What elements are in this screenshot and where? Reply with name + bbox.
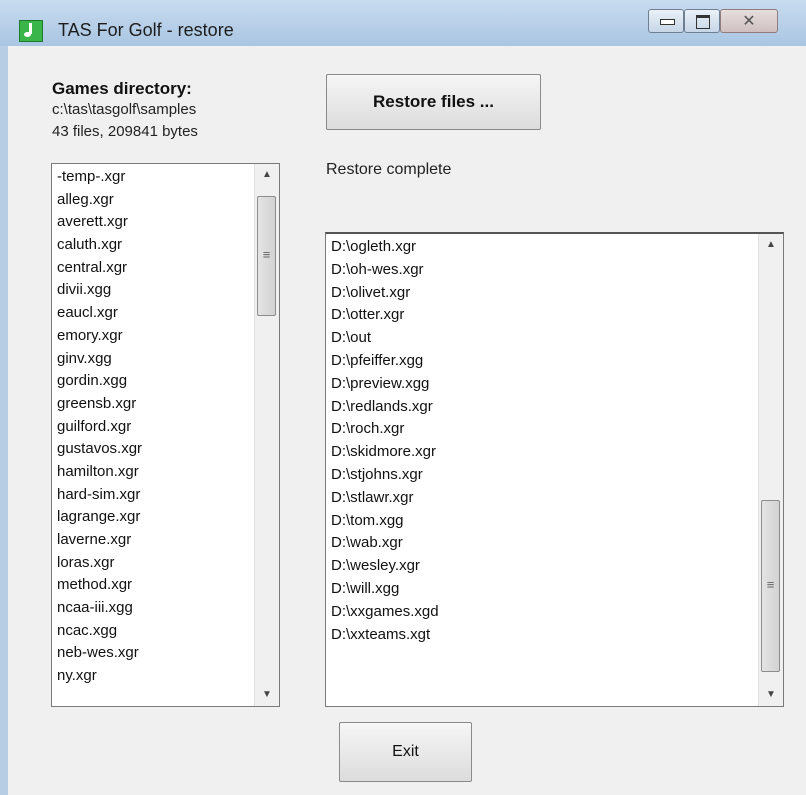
window-frame xyxy=(0,46,8,795)
list-item[interactable]: loras.xgr xyxy=(57,552,142,575)
list-item[interactable]: ncac.xgg xyxy=(57,620,142,643)
title-bar[interactable]: TAS For Golf - restore ✕ xyxy=(0,0,806,46)
maximize-icon xyxy=(696,15,710,29)
list-item[interactable]: guilford.xgr xyxy=(57,416,142,439)
restore-window: TAS For Golf - restore ✕ Games directory… xyxy=(0,0,806,795)
list-item[interactable]: method.xgr xyxy=(57,574,142,597)
restore-files-button[interactable]: Restore files ... xyxy=(326,74,541,130)
list-item[interactable]: hard-sim.xgr xyxy=(57,484,142,507)
games-file-summary: 43 files, 209841 bytes xyxy=(52,123,198,140)
list-item[interactable]: D:\out xyxy=(331,327,439,350)
list-item[interactable]: divii.xgg xyxy=(57,279,142,302)
minimize-icon xyxy=(660,19,675,25)
list-item[interactable]: -temp-.xgr xyxy=(57,166,142,189)
list-item[interactable]: D:\ogleth.xgr xyxy=(331,236,439,259)
list-item[interactable]: averett.xgr xyxy=(57,211,142,234)
list-item[interactable]: greensb.xgr xyxy=(57,393,142,416)
list-item[interactable]: D:\preview.xgg xyxy=(331,373,439,396)
list-item[interactable]: D:\redlands.xgr xyxy=(331,396,439,419)
list-item[interactable]: lagrange.xgr xyxy=(57,506,142,529)
list-item[interactable]: D:\tom.xgg xyxy=(331,510,439,533)
list-item[interactable]: D:\pfeiffer.xgg xyxy=(331,350,439,373)
grip-icon: ≡ xyxy=(262,247,271,262)
scroll-up-arrow-icon[interactable]: ▲ xyxy=(759,234,783,256)
restore-log-list[interactable]: D:\ogleth.xgr D:\oh-wes.xgr D:\olivet.xgr D… xyxy=(325,232,784,707)
minimize-button[interactable] xyxy=(648,9,684,33)
grip-icon: ≡ xyxy=(766,577,775,592)
maximize-button[interactable] xyxy=(684,9,720,33)
list-item[interactable]: ncaa-iii.xgg xyxy=(57,597,142,620)
close-icon: ✕ xyxy=(742,13,756,30)
list-item[interactable]: neb-wes.xgr xyxy=(57,642,142,665)
list-item[interactable]: D:\stlawr.xgr xyxy=(331,487,439,510)
list-item[interactable]: D:\roch.xgr xyxy=(331,418,439,441)
list-item[interactable]: D:\otter.xgr xyxy=(331,304,439,327)
list-item[interactable]: gustavos.xgr xyxy=(57,438,142,461)
list-item[interactable]: D:\olivet.xgr xyxy=(331,282,439,305)
list-item[interactable]: D:\wab.xgr xyxy=(331,532,439,555)
files-scrollbar[interactable]: ▲ ≡ ▼ xyxy=(254,164,279,706)
list-item[interactable]: hamilton.xgr xyxy=(57,461,142,484)
scroll-down-arrow-icon[interactable]: ▼ xyxy=(759,684,783,706)
list-item[interactable]: D:\oh-wes.xgr xyxy=(331,259,439,282)
list-item[interactable]: D:\xxgames.xgd xyxy=(331,601,439,624)
exit-button[interactable]: Exit xyxy=(339,722,472,782)
close-button[interactable]: ✕ xyxy=(720,9,778,33)
list-item[interactable]: D:\wesley.xgr xyxy=(331,555,439,578)
scroll-down-arrow-icon[interactable]: ▼ xyxy=(255,684,279,706)
scroll-up-arrow-icon[interactable]: ▲ xyxy=(255,164,279,186)
list-item[interactable]: emory.xgr xyxy=(57,325,142,348)
games-file-list[interactable]: -temp-.xgr alleg.xgr averett.xgr caluth.xgr… xyxy=(51,163,280,707)
list-item[interactable]: caluth.xgr xyxy=(57,234,142,257)
list-item[interactable]: D:\will.xgg xyxy=(331,578,439,601)
scroll-thumb[interactable]: ≡ xyxy=(761,500,780,672)
list-item[interactable]: D:\skidmore.xgr xyxy=(331,441,439,464)
log-scrollbar[interactable]: ▲ ≡ ▼ xyxy=(758,234,783,706)
music-note-icon xyxy=(19,20,43,42)
list-item[interactable]: ny.xgr xyxy=(57,665,142,688)
list-item[interactable]: D:\stjohns.xgr xyxy=(331,464,439,487)
list-item[interactable]: central.xgr xyxy=(57,257,142,280)
list-item[interactable]: eaucl.xgr xyxy=(57,302,142,325)
games-directory-path: c:\tas\tasgolf\samples xyxy=(52,101,197,118)
list-item[interactable]: gordin.xgg xyxy=(57,370,142,393)
games-directory-heading: Games directory: xyxy=(52,79,192,98)
restore-status: Restore complete xyxy=(326,161,452,178)
list-item[interactable]: laverne.xgr xyxy=(57,529,142,552)
list-item[interactable]: alleg.xgr xyxy=(57,189,142,212)
window-title: TAS For Golf - restore xyxy=(58,20,234,40)
list-item[interactable]: ginv.xgg xyxy=(57,348,142,371)
scroll-thumb[interactable]: ≡ xyxy=(257,196,276,316)
list-item[interactable]: D:\xxteams.xgt xyxy=(331,624,439,647)
